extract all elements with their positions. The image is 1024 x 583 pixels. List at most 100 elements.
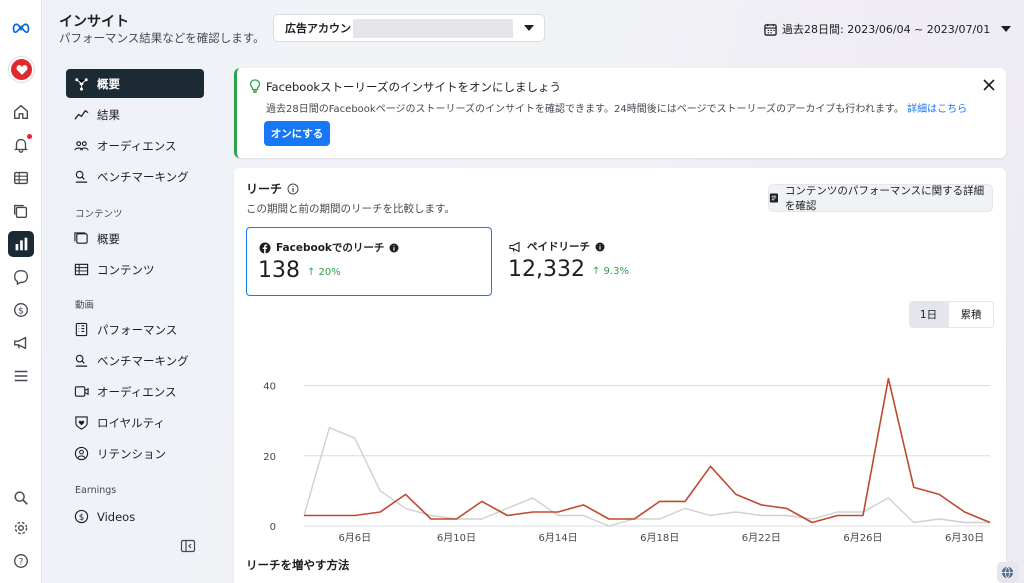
lightbulb-icon [249, 79, 261, 93]
x-tick-label: 6月30日 [945, 532, 984, 544]
loyalty-icon [75, 416, 88, 430]
overview-icon [75, 78, 88, 91]
megaphone-icon [509, 241, 520, 252]
ad-account-name-redacted [353, 19, 513, 38]
reach-card: リーチ この期間と前の期間のリーチを比較します。 コンテンツのパフォーマンスに関… [234, 168, 1006, 583]
turn-on-button[interactable]: オンにする [264, 121, 330, 146]
x-tick-label: 6月26日 [843, 532, 882, 544]
metric-paid-reach[interactable]: ペイドリーチ 12,332 ↑ 9.3% [497, 227, 743, 296]
y-tick-label: 40 [263, 382, 276, 393]
banner-description: 過去28日間のFacebookページのストーリーズのインサイトを確認できます。2… [266, 104, 904, 115]
info-icon[interactable] [595, 242, 605, 252]
page-avatar-icon[interactable] [9, 57, 34, 82]
metric-change: ↑ 9.3% [592, 266, 629, 277]
x-tick-label: 6月14日 [539, 532, 578, 544]
x-tick-label: 6月18日 [640, 532, 679, 544]
banner-title: Facebookストーリーズのインサイトをオンにしましょう [266, 80, 561, 94]
notification-dot [27, 134, 32, 139]
nav-item-video-benchmarking[interactable]: ベンチマーキング [66, 346, 204, 375]
ad-account-selector[interactable]: 広告アカウント: [273, 14, 545, 42]
date-range-label: 過去28日間: 2023/06/04 ~ 2023/07/01 [782, 23, 991, 36]
date-range-selector[interactable]: 過去28日間: 2023/06/04 ~ 2023/07/01 [764, 21, 1012, 37]
svg-text:$: $ [79, 512, 84, 522]
stories-insights-banner: Facebookストーリーズのインサイトをオンにしましょう 過去28日間のFac… [234, 68, 1006, 158]
page-title: インサイト [59, 14, 129, 30]
nav-item-label: リテンション [97, 446, 166, 461]
benchmark-icon [75, 170, 88, 183]
metric-label-text: ペイドリーチ [527, 241, 590, 253]
calendar-icon [764, 23, 777, 36]
info-icon[interactable] [287, 183, 299, 195]
y-tick-label: 20 [263, 452, 276, 463]
nav-item-videos[interactable]: $ Videos [66, 502, 204, 531]
nav-item-label: 結果 [97, 107, 120, 122]
language-globe-icon[interactable] [997, 562, 1018, 583]
menu-icon[interactable] [8, 363, 34, 389]
series-previous-period-line[interactable] [303, 427, 990, 527]
nav-section-earnings: Earnings [75, 485, 117, 496]
table-icon[interactable] [8, 165, 34, 191]
retention-icon [74, 446, 89, 461]
reach-subtitle: この期間と前の期間のリーチを比較します。 [246, 203, 455, 215]
nav-item-benchmarking[interactable]: ベンチマーキング [66, 162, 204, 191]
collapse-sidebar-icon[interactable] [180, 538, 196, 554]
nav-section-video: 動画 [75, 300, 95, 311]
x-tick-label: 6月22日 [742, 532, 781, 544]
daily-toggle[interactable]: 1日 [909, 301, 948, 328]
notifications-icon[interactable] [8, 132, 34, 158]
nav-item-loyalty[interactable]: ロイヤルティ [66, 408, 204, 437]
nav-item-overview[interactable]: 概要 [66, 69, 204, 98]
nav-item-label: ロイヤルティ [97, 415, 165, 430]
banner-text: 過去28日間のFacebookページのストーリーズのインサイトを確認できます。2… [266, 100, 967, 115]
nav-item-performance[interactable]: パフォーマンス [66, 315, 204, 344]
nav-item-label: コンテンツ [97, 262, 155, 277]
metric-value: 138 [258, 258, 300, 283]
detail-button-label: コンテンツのパフォーマンスに関する詳細を確認 [784, 185, 985, 212]
pages-icon[interactable] [8, 198, 34, 224]
content-table-icon [74, 263, 89, 276]
nav-item-label: 概要 [97, 76, 120, 91]
nav-item-content[interactable]: コンテンツ [66, 255, 204, 284]
series-current-period-line[interactable] [304, 377, 991, 524]
nav-item-video-audience[interactable]: オーディエンス [66, 377, 204, 406]
search-icon[interactable] [8, 485, 34, 511]
metric-value: 12,332 [508, 257, 585, 282]
insights-icon[interactable] [8, 231, 34, 257]
dollar-icon[interactable]: $ [8, 297, 34, 323]
page-subtitle: パフォーマンス結果などを確認します。 [59, 31, 265, 45]
megaphone-icon[interactable] [8, 330, 34, 356]
chevron-down-icon [524, 25, 534, 31]
svg-text:?: ? [19, 558, 24, 568]
svg-text:$: $ [18, 307, 24, 317]
nav-item-retention[interactable]: リテンション [66, 439, 204, 468]
nav-item-content-overview[interactable]: 概要 [66, 224, 204, 253]
nav-item-label: 概要 [97, 231, 120, 246]
home-icon[interactable] [8, 99, 34, 125]
metric-change: ↑ 20% [307, 267, 341, 278]
help-icon[interactable]: ? [8, 548, 34, 574]
nav-item-results[interactable]: 結果 [66, 100, 204, 129]
audience-icon [74, 141, 89, 151]
learn-more-link[interactable]: 詳細はこちら [907, 104, 967, 115]
performance-icon [75, 322, 88, 337]
nav-item-label: ベンチマーキング [97, 353, 189, 368]
reach-line-chart: 0 20 40 6月6日 6月10日 6月14日 6月18日 6月22日 6月26日 6月30日 [263, 377, 991, 544]
settings-icon[interactable] [8, 515, 34, 541]
content-performance-details-button[interactable]: コンテンツのパフォーマンスに関する詳細を確認 [768, 184, 993, 212]
metric-facebook-reach[interactable]: Facebookでのリーチ 138 ↑ 20% [246, 227, 492, 296]
info-icon[interactable] [389, 243, 399, 253]
nav-item-audience[interactable]: オーディエンス [66, 131, 204, 160]
metric-label-text: Facebookでのリーチ [276, 242, 385, 254]
meta-logo-icon[interactable] [8, 15, 34, 41]
close-icon[interactable] [982, 78, 996, 92]
messages-icon[interactable] [8, 264, 34, 290]
nav-item-label: ベンチマーキング [97, 169, 189, 184]
chevron-down-icon [1001, 26, 1012, 32]
x-tick-label: 6月6日 [338, 532, 371, 544]
document-icon [769, 193, 778, 203]
x-tick-label: 6月10日 [437, 532, 476, 544]
y-tick-label: 0 [270, 522, 276, 533]
cumulative-toggle[interactable]: 累積 [948, 301, 994, 328]
left-icon-rail: $ ? [0, 0, 42, 583]
video-audience-icon [74, 386, 89, 397]
